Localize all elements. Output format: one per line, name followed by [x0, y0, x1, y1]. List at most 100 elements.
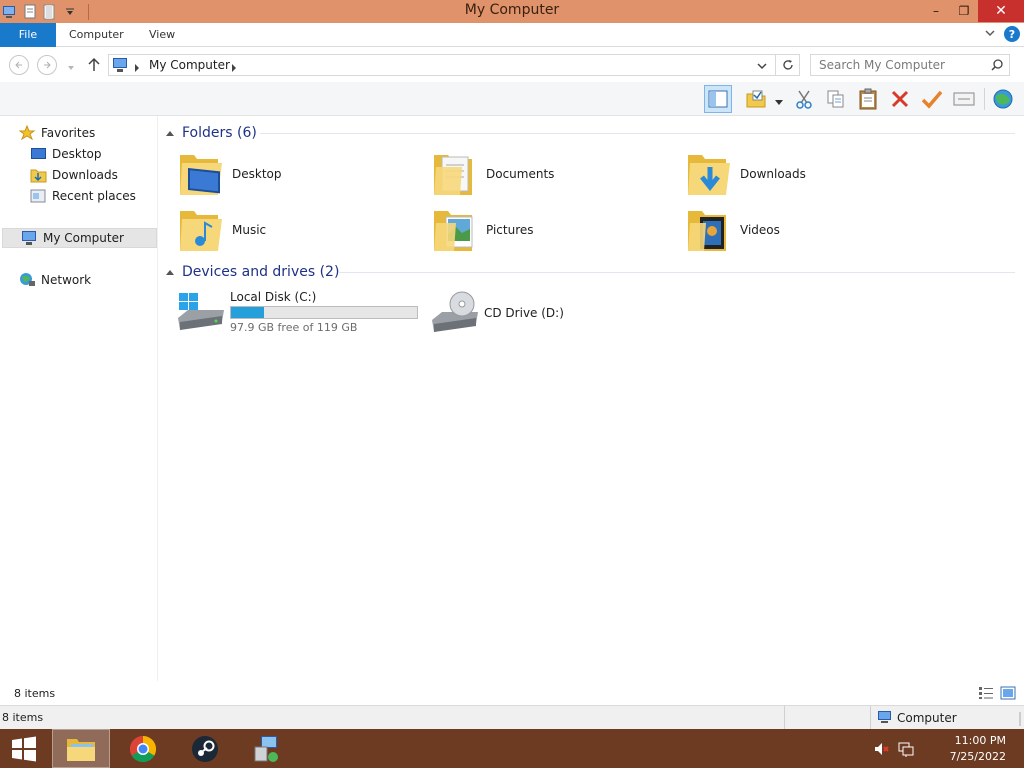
computer-icon — [877, 710, 893, 727]
taskbar-steam[interactable] — [176, 729, 234, 768]
pictures-folder-icon — [434, 211, 473, 251]
window-title: My Computer — [464, 2, 560, 18]
minimize-button[interactable]: – — [922, 0, 950, 22]
drive-c-name: Local Disk (C:) — [230, 290, 317, 304]
breadcrumb-chevron-icon[interactable] — [134, 61, 140, 75]
breadcrumb-chevron-icon[interactable] — [231, 61, 237, 75]
back-button[interactable] — [9, 55, 29, 75]
globe-button[interactable] — [989, 85, 1017, 113]
close-button[interactable]: ✕ — [978, 0, 1024, 22]
folder-desktop[interactable]: Desktop — [178, 148, 282, 200]
start-button[interactable] — [0, 729, 48, 768]
recent-locations-icon[interactable] — [67, 61, 75, 75]
steam-icon — [192, 735, 218, 762]
search-icon[interactable] — [991, 59, 1003, 74]
drive-d-name: CD Drive (D:) — [484, 306, 564, 320]
nav-downloads[interactable]: Downloads — [30, 165, 118, 185]
resize-grip-icon[interactable] — [1013, 712, 1021, 729]
maximize-button[interactable]: ❐ — [950, 0, 978, 22]
details-status-bar: 8 items Computer — [0, 705, 1024, 729]
cd-drive-icon — [432, 291, 478, 332]
folder-options-dropdown-icon[interactable] — [775, 95, 783, 109]
nav-network[interactable]: Network — [19, 270, 91, 290]
help-icon[interactable]: ? — [1004, 26, 1020, 42]
downloads-folder-icon — [30, 169, 47, 183]
folder-options-button[interactable] — [742, 85, 770, 113]
desktop-folder-icon — [180, 155, 222, 195]
folders-group-header[interactable]: Folders (6) — [166, 123, 257, 143]
folder-documents[interactable]: Documents — [432, 148, 554, 200]
ribbon-right-controls: ? — [984, 26, 1020, 42]
address-row: My Computer Search My Computer — [0, 48, 1024, 82]
ribbon-tabs: File Computer View ? — [0, 23, 1024, 47]
drive-local-disk-c[interactable]: Local Disk (C:) 97.9 GB free of 119 GB — [176, 290, 426, 338]
paste-icon — [859, 88, 877, 110]
globe-icon — [993, 89, 1013, 109]
collapse-triangle-icon — [166, 130, 174, 136]
copy-button[interactable] — [822, 85, 850, 113]
details-view-icon[interactable] — [978, 686, 994, 703]
paste-button[interactable] — [854, 85, 882, 113]
delete-button[interactable] — [886, 85, 914, 113]
preview-pane-button[interactable] — [704, 85, 732, 113]
cut-button[interactable] — [790, 85, 818, 113]
back-arrow-icon — [15, 61, 22, 69]
tab-view[interactable]: View — [149, 23, 175, 47]
nav-recent-places[interactable]: Recent places — [30, 186, 136, 206]
documents-folder-icon — [434, 155, 472, 195]
network-tray-icon[interactable] — [898, 741, 914, 760]
title-bar: My Computer – ❐ ✕ — [0, 0, 1024, 23]
rename-button[interactable] — [918, 85, 946, 113]
speaker-muted-icon[interactable] — [874, 742, 890, 759]
group-divider — [260, 133, 1015, 134]
nav-favorites[interactable]: Favorites — [19, 123, 95, 143]
star-icon — [19, 125, 36, 141]
network-icon — [20, 273, 35, 286]
folder-downloads[interactable]: Downloads — [686, 148, 806, 200]
nav-desktop[interactable]: Desktop — [30, 144, 102, 164]
taskbar-network-app[interactable] — [238, 729, 296, 768]
computer-network-icon — [254, 735, 278, 762]
system-clock[interactable]: 11:00 PM 7/25/2022 — [950, 733, 1006, 765]
folder-pictures-label: Pictures — [486, 223, 534, 237]
address-dropdown-icon[interactable] — [757, 60, 767, 74]
properties-button[interactable] — [950, 85, 978, 113]
tab-computer[interactable]: Computer — [69, 23, 124, 47]
nav-my-computer-label: My Computer — [43, 231, 124, 245]
window-controls: – ❐ ✕ — [922, 0, 1024, 22]
delete-x-icon — [891, 90, 909, 108]
folder-desktop-label: Desktop — [232, 167, 282, 181]
search-input[interactable]: Search My Computer — [819, 58, 945, 72]
navigation-pane: Favorites Desktop Downloads Recent place… — [0, 116, 158, 681]
up-arrow-icon[interactable] — [87, 57, 101, 76]
computer-icon — [112, 57, 130, 76]
forward-button[interactable] — [37, 55, 57, 75]
folder-videos[interactable]: Videos — [686, 204, 780, 256]
breadcrumb-my-computer[interactable]: My Computer — [149, 58, 230, 72]
large-icons-view-icon[interactable] — [1000, 686, 1016, 703]
folder-music[interactable]: Music — [178, 204, 266, 256]
clock-date: 7/25/2022 — [949, 750, 1006, 763]
collapse-triangle-icon — [166, 269, 174, 275]
chrome-icon — [129, 735, 157, 762]
clock-time: 11:00 PM — [954, 734, 1006, 747]
videos-folder-icon — [688, 211, 726, 251]
status-divider — [870, 706, 871, 729]
drives-header-label: Devices and drives (2) — [182, 264, 340, 280]
drive-cd-d[interactable]: CD Drive (D:) — [430, 290, 630, 338]
taskbar-chrome[interactable] — [114, 729, 172, 768]
drives-group-header[interactable]: Devices and drives (2) — [166, 262, 339, 282]
search-box[interactable]: Search My Computer — [810, 54, 1010, 76]
tab-file[interactable]: File — [0, 23, 56, 47]
folders-header-label: Folders (6) — [182, 125, 257, 141]
expand-ribbon-icon[interactable] — [984, 27, 996, 42]
nav-recent-places-label: Recent places — [52, 189, 136, 203]
refresh-button[interactable] — [775, 55, 799, 75]
folder-pictures[interactable]: Pictures — [432, 204, 534, 256]
copy-icon — [827, 90, 844, 108]
taskbar-file-explorer[interactable] — [52, 729, 110, 768]
nav-my-computer[interactable]: My Computer — [2, 228, 157, 248]
music-folder-icon — [180, 211, 222, 251]
address-bar[interactable]: My Computer — [108, 54, 800, 76]
folder-downloads-label: Downloads — [740, 167, 806, 181]
